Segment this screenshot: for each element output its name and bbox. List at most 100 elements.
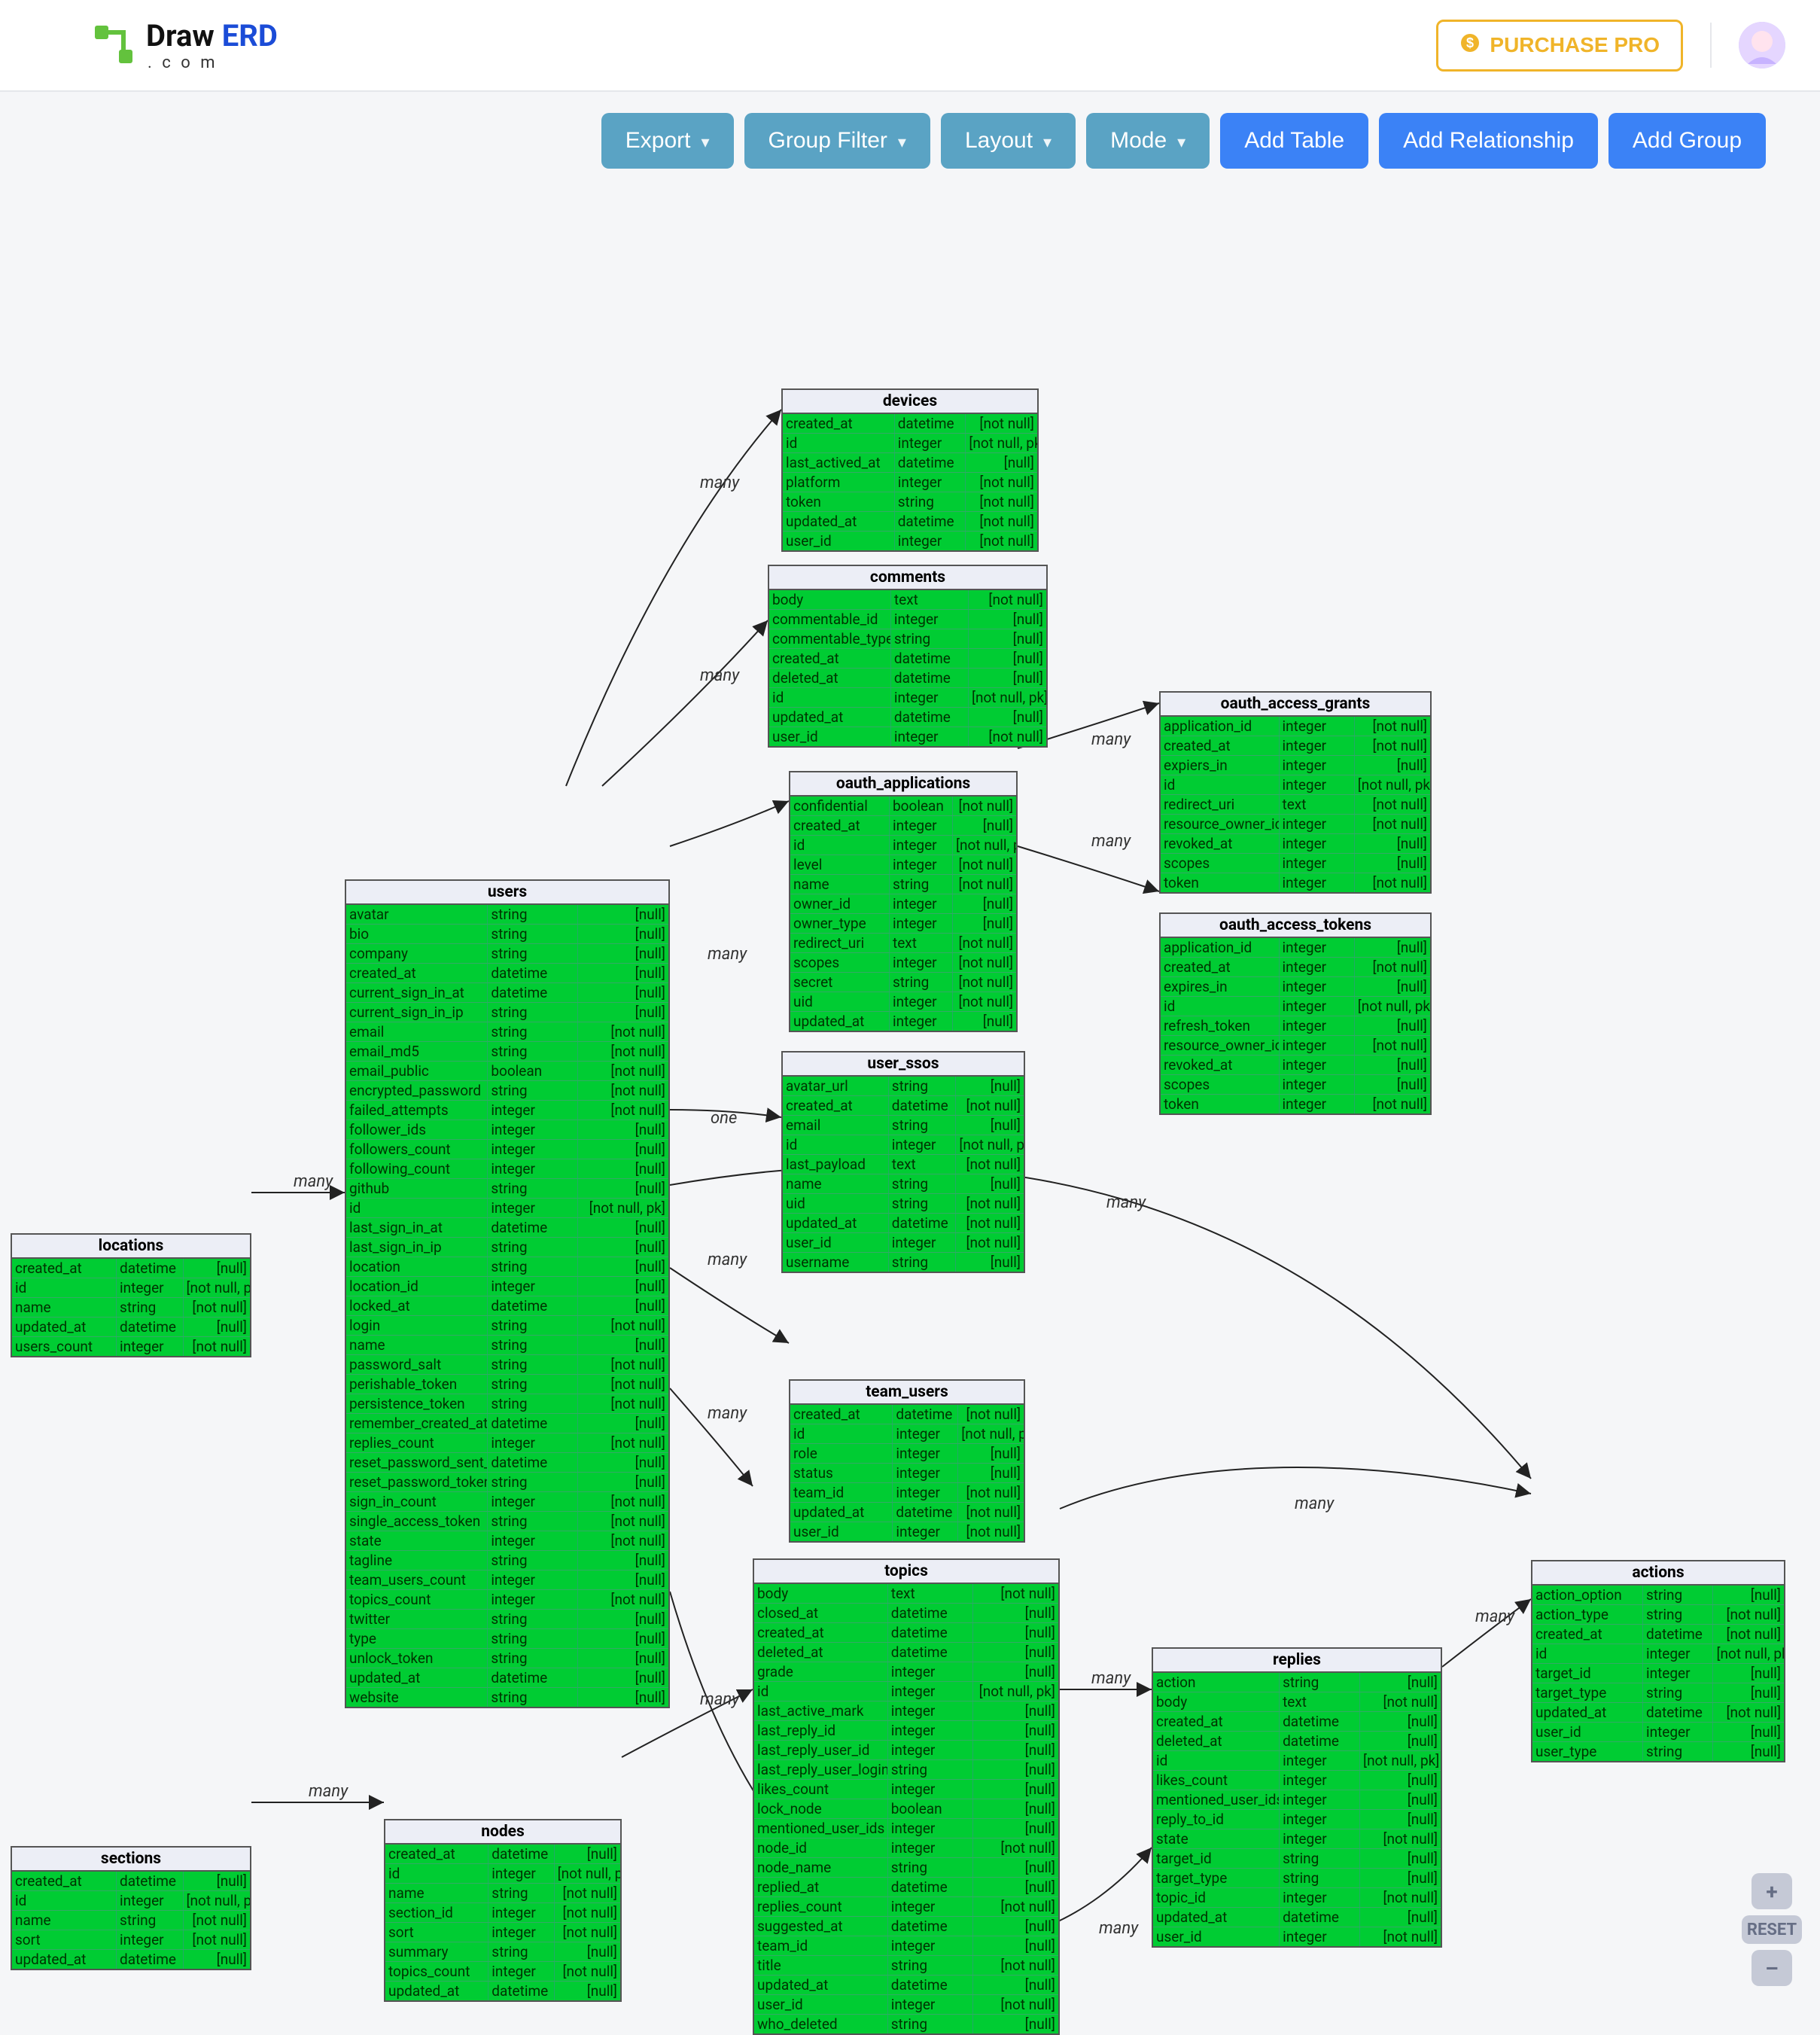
- table-row[interactable]: statusinteger[null]: [790, 1464, 1024, 1483]
- table-row[interactable]: email_publicboolean[not null]: [346, 1062, 668, 1081]
- table-row[interactable]: user_typestring[null]: [1532, 1742, 1784, 1761]
- table-row[interactable]: user_idinteger[not null]: [769, 727, 1046, 746]
- add-table-button[interactable]: Add Table: [1220, 113, 1368, 169]
- table-row[interactable]: idinteger[not null, pk]: [1161, 775, 1430, 795]
- table-row[interactable]: idinteger[not null, pk]: [1532, 1644, 1784, 1664]
- table-row[interactable]: mentioned_user_idsinteger[null]: [754, 1819, 1058, 1839]
- table-row[interactable]: lock_nodeboolean[null]: [754, 1799, 1058, 1819]
- table-row[interactable]: perishable_tokenstring[not null]: [346, 1375, 668, 1394]
- table-row[interactable]: revoked_atinteger[null]: [1161, 834, 1430, 854]
- diagram-canvas[interactable]: many many many many many one many many m…: [0, 169, 1820, 2004]
- table-row[interactable]: created_atdatetime[not null]: [1532, 1625, 1784, 1644]
- table-row[interactable]: namestring[null]: [783, 1174, 1024, 1194]
- table-user_ssos[interactable]: user_ssosavatar_urlstring[null]created_a…: [781, 1051, 1025, 1273]
- table-row[interactable]: stateinteger[not null]: [346, 1531, 668, 1551]
- table-row[interactable]: idinteger[not null, pk]: [769, 688, 1046, 708]
- table-row[interactable]: likes_countinteger[null]: [1153, 1771, 1441, 1790]
- table-row[interactable]: redirect_uritext[not null]: [1161, 795, 1430, 815]
- table-row[interactable]: idinteger[not null, pk]: [346, 1199, 668, 1218]
- table-team_users[interactable]: team_userscreated_atdatetime[not null]id…: [789, 1379, 1025, 1543]
- table-row[interactable]: updated_atdatetime[null]: [1153, 1908, 1441, 1927]
- table-row[interactable]: sign_in_countinteger[not null]: [346, 1492, 668, 1512]
- table-sections[interactable]: sectionscreated_atdatetime[null]idintege…: [11, 1846, 251, 1970]
- table-row[interactable]: created_atdatetime[not null]: [790, 1405, 1024, 1424]
- table-row[interactable]: scopesinteger[null]: [1161, 854, 1430, 873]
- table-row[interactable]: twitterstring[null]: [346, 1610, 668, 1629]
- table-row[interactable]: idinteger[not null, pk]: [12, 1891, 250, 1911]
- table-row[interactable]: last_actived_atdatetime[null]: [783, 453, 1037, 473]
- table-row[interactable]: namestring[null]: [346, 1336, 668, 1355]
- table-row[interactable]: action_typestring[not null]: [1532, 1605, 1784, 1625]
- table-row[interactable]: commentable_typestring[null]: [769, 629, 1046, 649]
- table-row[interactable]: roleinteger[null]: [790, 1444, 1024, 1464]
- table-row[interactable]: sortinteger[not null]: [12, 1930, 250, 1950]
- table-row[interactable]: team_idinteger[not null]: [790, 1483, 1024, 1503]
- table-row[interactable]: created_atdatetime[not null]: [783, 414, 1037, 434]
- table-row[interactable]: current_sign_in_ipstring[null]: [346, 1003, 668, 1022]
- table-row[interactable]: follower_idsinteger[null]: [346, 1120, 668, 1140]
- table-row[interactable]: websitestring[null]: [346, 1688, 668, 1707]
- table-row[interactable]: scopesinteger[not null]: [790, 953, 1016, 973]
- table-oauth_access_grants[interactable]: oauth_access_grantsapplication_idinteger…: [1159, 691, 1432, 894]
- table-row[interactable]: remember_created_atdatetime[null]: [346, 1414, 668, 1433]
- table-row[interactable]: topics_countinteger[not null]: [385, 1962, 620, 1982]
- table-row[interactable]: team_idinteger[null]: [754, 1936, 1058, 1956]
- table-row[interactable]: created_atdatetime[not null]: [783, 1096, 1024, 1116]
- table-row[interactable]: encrypted_passwordstring[not null]: [346, 1081, 668, 1101]
- table-actions[interactable]: actionsaction_optionstring[null]action_t…: [1531, 1560, 1785, 1762]
- table-row[interactable]: idinteger[not null, pk]: [754, 1682, 1058, 1701]
- table-row[interactable]: reply_to_idinteger[null]: [1153, 1810, 1441, 1829]
- table-row[interactable]: actionstring[null]: [1153, 1673, 1441, 1692]
- table-row[interactable]: last_reply_idinteger[null]: [754, 1721, 1058, 1741]
- table-row[interactable]: application_idinteger[not null]: [1161, 717, 1430, 736]
- table-row[interactable]: user_idinteger[not null]: [783, 1233, 1024, 1253]
- table-row[interactable]: updated_atdatetime[null]: [385, 1982, 620, 2000]
- table-row[interactable]: last_reply_user_loginstring[null]: [754, 1760, 1058, 1780]
- table-row[interactable]: githubstring[null]: [346, 1179, 668, 1199]
- table-topics[interactable]: topicsbodytext[not null]closed_atdatetim…: [753, 1558, 1060, 2035]
- table-row[interactable]: taglinestring[null]: [346, 1551, 668, 1570]
- table-row[interactable]: redirect_uritext[not null]: [790, 934, 1016, 953]
- table-row[interactable]: bodytext[not null]: [754, 1584, 1058, 1604]
- table-row[interactable]: updated_atdatetime[null]: [12, 1950, 250, 1969]
- table-row[interactable]: reset_password_tokenstring[null]: [346, 1473, 668, 1492]
- table-row[interactable]: created_atinteger[not null]: [1161, 736, 1430, 756]
- table-row[interactable]: user_idinteger[not null]: [790, 1522, 1024, 1541]
- table-row[interactable]: failed_attemptsinteger[not null]: [346, 1101, 668, 1120]
- purchase-pro-button[interactable]: $ PURCHASE PRO: [1436, 20, 1683, 72]
- table-row[interactable]: last_payloadtext[not null]: [783, 1155, 1024, 1174]
- table-row[interactable]: owner_typeinteger[null]: [790, 914, 1016, 934]
- table-row[interactable]: titlestring[not null]: [754, 1956, 1058, 1976]
- table-row[interactable]: followers_countinteger[null]: [346, 1140, 668, 1159]
- table-row[interactable]: deleted_atdatetime[null]: [1153, 1732, 1441, 1751]
- table-row[interactable]: uidstring[not null]: [783, 1194, 1024, 1214]
- table-row[interactable]: owner_idinteger[null]: [790, 894, 1016, 914]
- table-row[interactable]: idinteger[not null, pk]: [1161, 997, 1430, 1016]
- table-row[interactable]: suggested_atdatetime[null]: [754, 1917, 1058, 1936]
- table-row[interactable]: resource_owner_idinteger[not null]: [1161, 815, 1430, 834]
- table-row[interactable]: last_reply_user_idinteger[null]: [754, 1741, 1058, 1760]
- table-row[interactable]: expiers_ininteger[null]: [1161, 756, 1430, 775]
- table-row[interactable]: replies_countinteger[not null]: [346, 1433, 668, 1453]
- table-row[interactable]: confidentialboolean[not null]: [790, 797, 1016, 816]
- table-row[interactable]: avatarstring[null]: [346, 905, 668, 925]
- table-row[interactable]: target_idinteger[null]: [1532, 1664, 1784, 1683]
- table-row[interactable]: revoked_atinteger[null]: [1161, 1056, 1430, 1075]
- table-row[interactable]: email_md5string[not null]: [346, 1042, 668, 1062]
- table-row[interactable]: user_idinteger[not null]: [783, 532, 1037, 550]
- table-row[interactable]: deleted_atdatetime[null]: [754, 1643, 1058, 1662]
- table-row[interactable]: idinteger[not null, pk]: [1153, 1751, 1441, 1771]
- table-row[interactable]: replied_atdatetime[null]: [754, 1878, 1058, 1897]
- table-row[interactable]: idinteger[not null, pk]: [783, 434, 1037, 453]
- table-row[interactable]: topic_idinteger[not null]: [1153, 1888, 1441, 1908]
- table-comments[interactable]: commentsbodytext[not null]commentable_id…: [768, 565, 1048, 748]
- table-row[interactable]: node_namestring[null]: [754, 1858, 1058, 1878]
- table-row[interactable]: location_idinteger[null]: [346, 1277, 668, 1296]
- table-row[interactable]: uidinteger[not null]: [790, 992, 1016, 1012]
- table-row[interactable]: bodytext[not null]: [769, 590, 1046, 610]
- table-row[interactable]: tokeninteger[not null]: [1161, 873, 1430, 892]
- table-row[interactable]: user_idinteger[not null]: [1153, 1927, 1441, 1946]
- table-row[interactable]: namestring[not null]: [12, 1911, 250, 1930]
- table-row[interactable]: emailstring[not null]: [346, 1022, 668, 1042]
- table-row[interactable]: user_idinteger[not null]: [754, 1995, 1058, 2015]
